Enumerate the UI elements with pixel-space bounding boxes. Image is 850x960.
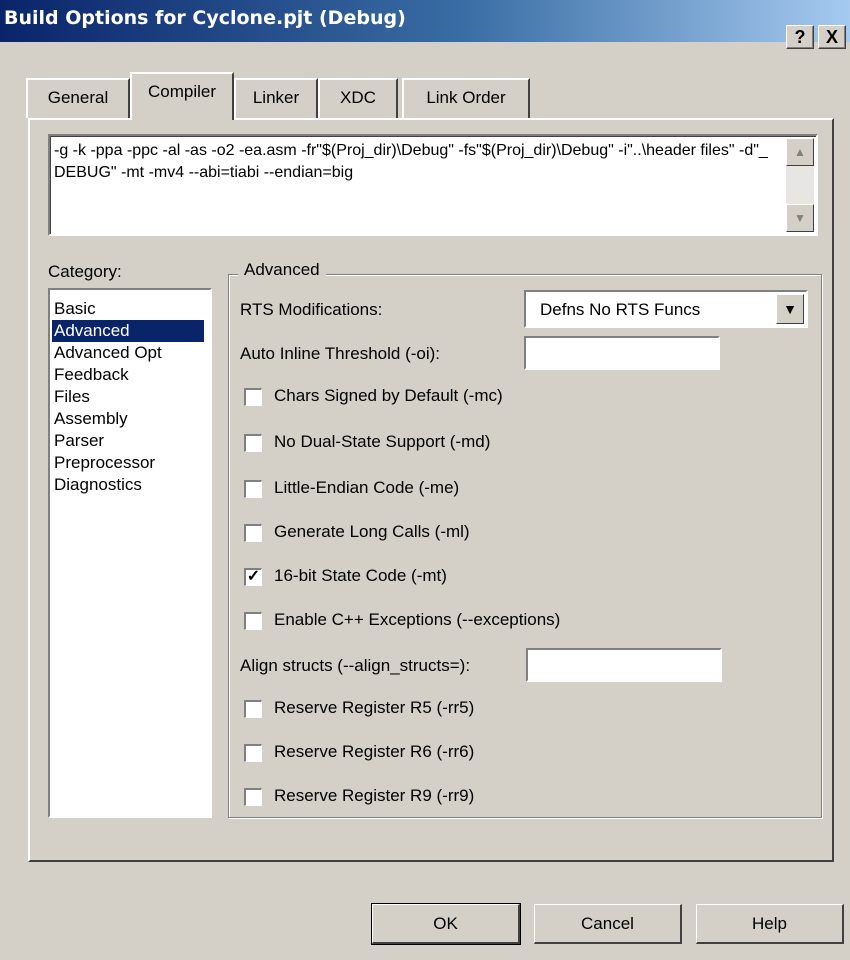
no-dual-state-checkbox[interactable] xyxy=(244,434,262,452)
category-item-advanced[interactable]: Advanced xyxy=(52,320,204,342)
auto-inline-threshold-input[interactable] xyxy=(524,336,720,370)
rts-modifications-label: RTS Modifications: xyxy=(240,300,383,319)
category-item-diagnostics[interactable]: Diagnostics xyxy=(54,474,142,496)
category-item-advanced-opt[interactable]: Advanced Opt xyxy=(54,342,162,364)
cpp-exceptions-checkbox[interactable] xyxy=(244,612,262,630)
category-item-parser[interactable]: Parser xyxy=(54,430,104,452)
category-item-preprocessor[interactable]: Preprocessor xyxy=(54,452,155,474)
tab-link-order[interactable]: Link Order xyxy=(402,78,530,118)
reserve-r5-label: Reserve Register R5 (-rr5) xyxy=(274,698,475,717)
little-endian-checkbox[interactable] xyxy=(244,480,262,498)
tab-linker[interactable]: Linker xyxy=(234,78,318,118)
little-endian-label: Little-Endian Code (-me) xyxy=(274,478,460,497)
cpp-exceptions-label: Enable C++ Exceptions (--exceptions) xyxy=(274,610,561,629)
window-title: Build Options for Cyclone.pjt (Debug) xyxy=(4,7,406,29)
scroll-down-icon[interactable]: ▼ xyxy=(786,204,814,232)
build-options-dialog: Build Options for Cyclone.pjt (Debug) ? … xyxy=(0,0,850,960)
advanced-group-label: Advanced xyxy=(238,260,326,280)
tab-compiler[interactable]: Compiler xyxy=(130,72,234,120)
help-button[interactable]: Help xyxy=(696,904,844,944)
command-line-text[interactable]: -g -k -ppa -ppc -al -as -o2 -ea.asm -fr"… xyxy=(54,140,772,184)
rts-modifications-value: Defns No RTS Funcs xyxy=(540,300,701,319)
reserve-r6-checkbox[interactable] xyxy=(244,744,262,762)
rts-modifications-select[interactable]: Defns No RTS Funcs ▼ xyxy=(524,290,808,328)
reserve-r6-label: Reserve Register R6 (-rr6) xyxy=(274,742,475,761)
chars-signed-checkbox[interactable] xyxy=(244,388,262,406)
align-structs-input[interactable] xyxy=(526,648,722,682)
chars-signed-label: Chars Signed by Default (-mc) xyxy=(274,386,503,405)
cancel-button[interactable]: Cancel xyxy=(534,904,682,944)
category-item-feedback[interactable]: Feedback xyxy=(54,364,129,386)
tab-xdc[interactable]: XDC xyxy=(318,78,398,118)
help-title-button[interactable]: ? xyxy=(786,25,814,49)
category-item-basic[interactable]: Basic xyxy=(54,298,96,320)
auto-inline-threshold-label: Auto Inline Threshold (-oi): xyxy=(240,344,441,363)
command-line-box[interactable]: -g -k -ppa -ppc -al -as -o2 -ea.asm -fr"… xyxy=(48,134,818,236)
long-calls-label: Generate Long Calls (-ml) xyxy=(274,522,470,541)
category-item-assembly[interactable]: Assembly xyxy=(54,408,128,430)
reserve-r9-checkbox[interactable] xyxy=(244,788,262,806)
tab-general[interactable]: General xyxy=(26,78,130,118)
no-dual-state-label: No Dual-State Support (-md) xyxy=(274,432,491,451)
long-calls-checkbox[interactable] xyxy=(244,524,262,542)
title-bar[interactable]: Build Options for Cyclone.pjt (Debug) ? … xyxy=(0,0,850,49)
reserve-r9-label: Reserve Register R9 (-rr9) xyxy=(274,786,475,805)
scroll-up-icon[interactable]: ▲ xyxy=(786,138,814,166)
category-list[interactable]: Basic Advanced Advanced Opt Feedback Fil… xyxy=(48,288,212,818)
close-button[interactable]: X xyxy=(818,25,846,49)
reserve-r5-checkbox[interactable] xyxy=(244,700,262,718)
16-bit-state-checkbox[interactable]: ✓ xyxy=(244,568,262,586)
align-structs-label: Align structs (--align_structs=): xyxy=(240,656,471,675)
category-label: Category: xyxy=(48,262,122,281)
chevron-down-icon[interactable]: ▼ xyxy=(776,294,804,324)
command-line-scrollbar[interactable]: ▲ ▼ xyxy=(786,138,814,232)
16-bit-state-label: 16-bit State Code (-mt) xyxy=(274,566,447,585)
ok-button[interactable]: OK xyxy=(371,903,521,945)
category-item-files[interactable]: Files xyxy=(54,386,90,408)
checkmark-icon: ✓ xyxy=(246,568,261,585)
